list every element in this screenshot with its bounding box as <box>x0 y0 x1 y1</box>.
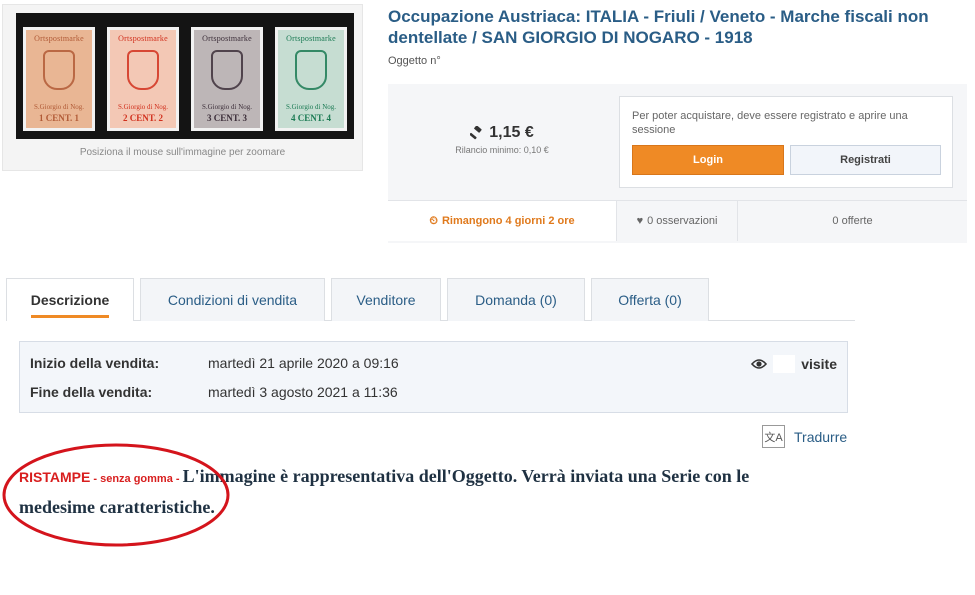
tab-venditore[interactable]: Venditore <box>331 278 441 321</box>
stamp-value: 1 CENT. 1 <box>38 113 80 123</box>
login-button[interactable]: Login <box>632 145 784 175</box>
time-left-text: Rimangono 4 giorni 2 ore <box>441 215 575 227</box>
stamp-place: S.Giorgio di Nog. <box>33 103 85 111</box>
coat-of-arms-icon <box>127 50 159 90</box>
stamp-place: S.Giorgio di Nog. <box>117 103 169 111</box>
stamp-1: Ortspostmarke S.Giorgio di Nog. 1 CENT. … <box>23 27 95 131</box>
stamp-3: Ortspostmarke S.Giorgio di Nog. 3 CENT. … <box>191 27 263 131</box>
page: Ortspostmarke S.Giorgio di Nog. 1 CENT. … <box>0 0 975 595</box>
tab-condizioni[interactable]: Condizioni di vendita <box>140 278 325 321</box>
current-price: 1,15 € <box>470 123 534 142</box>
stamps-image[interactable]: Ortspostmarke S.Giorgio di Nog. 1 CENT. … <box>16 13 354 139</box>
translate-label: Tradurre <box>794 428 848 445</box>
stamp-top-text: Ortspostmarke <box>34 34 84 43</box>
visit-count-box <box>773 355 796 373</box>
visits-label: visite <box>801 356 837 372</box>
price-section: 1,15 € Rilancio minimo: 0,10 € <box>388 84 616 194</box>
clock-icon: ⏲ <box>429 214 438 227</box>
start-label: Inizio della vendita: <box>30 355 160 371</box>
time-left: ⏲ Rimangono 4 giorni 2 ore <box>388 201 616 241</box>
stamp-top-text: Ortspostmarke <box>286 34 336 43</box>
heart-icon: ♥ <box>636 215 644 227</box>
image-panel[interactable]: Ortspostmarke S.Giorgio di Nog. 1 CENT. … <box>2 4 363 171</box>
login-message: Per poter acquistare, deve essere regist… <box>632 110 908 136</box>
translate-icon: 文A <box>762 425 785 448</box>
stamp-value: 2 CENT. 2 <box>122 113 164 123</box>
stamp-4: Ortspostmarke S.Giorgio di Nog. 4 CENT. … <box>275 27 347 131</box>
stamp-value: 4 CENT. 4 <box>290 113 332 123</box>
observations-count: 0 osservazioni <box>647 215 718 227</box>
price-value: 1,15 € <box>489 123 534 141</box>
tab-offerta[interactable]: Offerta (0) <box>591 278 709 321</box>
min-offer: Rilancio minimo: 0,10 € <box>455 144 549 155</box>
red-circle-annotation <box>2 443 230 547</box>
offers-count: 0 offerte <box>832 215 873 227</box>
auction-box: 1,15 € Rilancio minimo: 0,10 € Per poter… <box>388 84 967 243</box>
translate-button[interactable]: 文A Tradurre <box>762 425 847 448</box>
register-button[interactable]: Registrati <box>790 145 941 175</box>
tab-label: Descrizione <box>30 292 110 318</box>
coat-of-arms-icon <box>43 50 75 90</box>
end-label: Fine della vendita: <box>30 384 153 400</box>
coat-of-arms-icon <box>295 50 327 90</box>
visits-counter: visite <box>751 355 837 373</box>
stamp-top-text: Ortspostmarke <box>118 34 168 43</box>
tab-domanda[interactable]: Domanda (0) <box>447 278 585 321</box>
sale-dates-box: Inizio della vendita: martedì 21 aprile … <box>19 341 848 413</box>
stamp-top-text: Ortspostmarke <box>202 34 252 43</box>
start-value: martedì 21 aprile 2020 a 09:16 <box>208 355 399 371</box>
tab-bar: Descrizione Condizioni di vendita Vendit… <box>6 278 855 321</box>
login-box: Per poter acquistare, deve essere regist… <box>619 96 953 188</box>
auction-stats: ⏲ Rimangono 4 giorni 2 ore ♥ 0 osservazi… <box>388 200 967 241</box>
stamp-2: Ortspostmarke S.Giorgio di Nog. 2 CENT. … <box>107 27 179 131</box>
zoom-caption: Posiziona il mouse sull'immagine per zoo… <box>79 147 286 158</box>
end-value: martedì 3 agosto 2021 a 11:36 <box>208 384 398 400</box>
lot-number-label: Oggetto n° <box>388 55 441 67</box>
coat-of-arms-icon <box>211 50 243 90</box>
stamp-place: S.Giorgio di Nog. <box>285 103 337 111</box>
gavel-icon <box>470 125 482 139</box>
stamp-value: 3 CENT. 3 <box>206 113 248 123</box>
watch-button[interactable]: ♥ 0 osservazioni <box>616 201 738 241</box>
item-title: Occupazione Austriaca: ITALIA - Friuli /… <box>388 7 929 47</box>
eye-icon <box>751 359 768 369</box>
stamp-place: S.Giorgio di Nog. <box>201 103 253 111</box>
tab-descrizione[interactable]: Descrizione <box>6 278 134 321</box>
